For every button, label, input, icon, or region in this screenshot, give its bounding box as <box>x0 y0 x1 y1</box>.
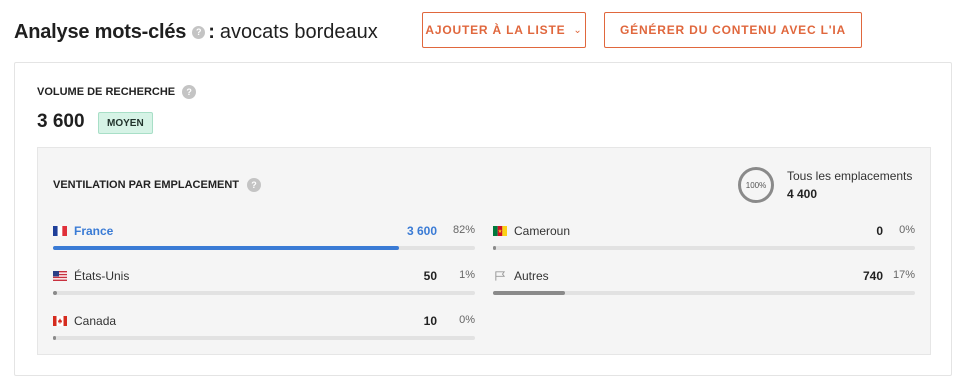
flag-usa-icon <box>53 271 67 281</box>
location-row-usa: États-Unis 50 1% <box>53 266 475 296</box>
search-volume-label: VOLUME DE RECHERCHE <box>37 86 176 98</box>
location-share-track <box>53 291 475 295</box>
keyword-overview-card: VOLUME DE RECHERCHE ? 3 600 MOYEN VENTIL… <box>14 62 952 376</box>
location-volume: 3 600 <box>406 224 437 238</box>
location-row-france[interactable]: France 3 600 82% <box>53 221 475 251</box>
location-percent: 0% <box>899 224 915 236</box>
page-title: Analyse mots-clés <box>14 20 187 43</box>
location-row-canada: Canada 10 0% <box>53 311 475 341</box>
location-breakdown-panel: VENTILATION PAR EMPLACEMENT ? 100% Tous … <box>37 147 931 355</box>
help-icon[interactable]: ? <box>246 178 261 192</box>
location-share-bar <box>53 291 58 295</box>
location-share-bar <box>493 246 496 250</box>
all-locations-value: 4 400 <box>787 187 818 201</box>
help-icon[interactable]: ? <box>192 25 206 39</box>
generate-ai-label: GÉNÉRER DU CONTENU AVEC L'IA <box>620 23 846 37</box>
location-name: Canada <box>74 314 117 328</box>
location-percent: 17% <box>892 269 915 281</box>
location-row-others: Autres 740 17% <box>493 266 915 296</box>
chevron-down-icon: ⌄ <box>573 24 583 36</box>
location-share-track <box>53 246 475 250</box>
breakdown-heading: VENTILATION PAR EMPLACEMENT ? <box>53 178 261 192</box>
search-volume-heading: VOLUME DE RECHERCHE ? <box>37 85 197 99</box>
search-volume-value: 3 600 <box>37 111 85 132</box>
location-name[interactable]: France <box>74 224 113 238</box>
location-volume: 50 <box>423 269 437 283</box>
location-percent: 1% <box>459 269 475 281</box>
location-share-bar <box>53 336 56 340</box>
breakdown-title: VENTILATION PAR EMPLACEMENT <box>53 179 239 191</box>
location-share-track <box>53 336 475 340</box>
location-name: États-Unis <box>74 269 130 283</box>
flag-cameroon-icon <box>493 226 507 236</box>
all-locations-percent: 100% <box>745 180 767 190</box>
flag-canada-icon <box>53 316 67 326</box>
location-percent: 82% <box>452 224 475 236</box>
add-to-list-label: AJOUTER À LA LISTE <box>425 23 566 37</box>
location-percent: 0% <box>459 314 475 326</box>
keyword-title: avocats bordeaux <box>219 20 378 43</box>
add-to-list-button[interactable]: AJOUTER À LA LISTE ⌄ <box>422 12 586 48</box>
flag-france-icon <box>53 226 67 236</box>
page-header: Analyse mots-clés ? : avocats bordeaux <box>14 14 378 50</box>
title-separator: : <box>208 20 215 43</box>
all-locations-percent-ring: 100% <box>738 167 774 203</box>
help-icon[interactable]: ? <box>182 85 197 99</box>
location-share-track <box>493 291 915 295</box>
location-share-bar <box>53 246 400 250</box>
all-locations-label: Tous les emplacements <box>787 169 913 183</box>
volume-level-badge: MOYEN <box>98 112 153 134</box>
location-name: Autres <box>514 269 549 283</box>
location-row-cameroon: Cameroun 0 0% <box>493 221 915 251</box>
location-share-bar <box>493 291 565 295</box>
location-volume: 10 <box>423 314 437 328</box>
location-volume: 740 <box>862 269 883 283</box>
location-name: Cameroun <box>514 224 571 238</box>
location-volume: 0 <box>876 224 883 238</box>
flag-outline-icon <box>495 271 506 281</box>
location-share-track <box>493 246 915 250</box>
generate-ai-content-button[interactable]: GÉNÉRER DU CONTENU AVEC L'IA <box>604 12 862 48</box>
